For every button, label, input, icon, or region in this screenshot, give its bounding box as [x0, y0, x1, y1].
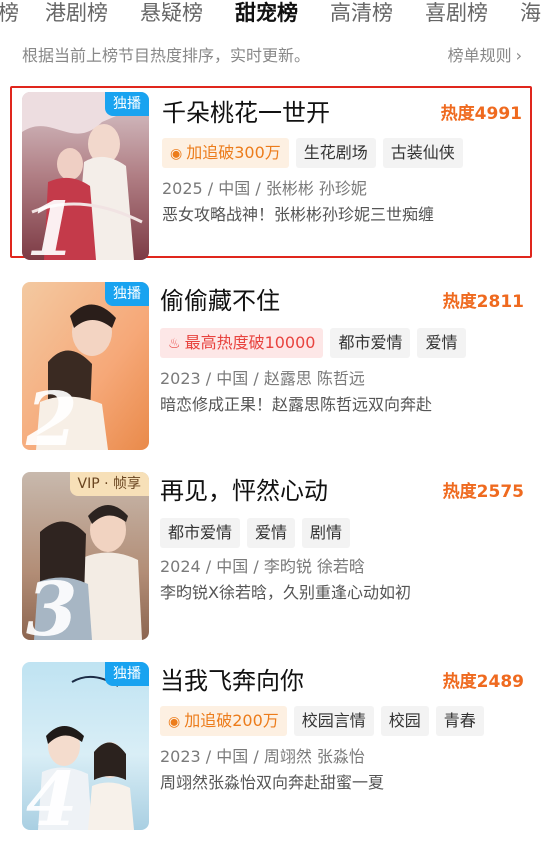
show-title[interactable]: 当我飞奔向你 — [160, 666, 304, 696]
play-circle-icon: ◉ — [168, 714, 181, 730]
show-description: 李昀锐X徐若晗，久别重逢心动如初 — [160, 583, 411, 602]
rank-number: 1 — [26, 187, 78, 260]
tab-hd[interactable]: 高清榜 — [330, 0, 393, 26]
exclusive-badge: 独播 — [105, 282, 149, 306]
tab-hk-drama[interactable]: 港剧榜 — [45, 0, 108, 26]
genre-tag[interactable]: 校园 — [380, 706, 429, 736]
genre-tag[interactable]: 校园言情 — [293, 706, 374, 736]
tag-row: ♨ 最高热度破10000 都市爱情 爱情 — [160, 328, 473, 358]
rank-number: 2 — [26, 377, 78, 450]
tab-partial-right[interactable]: 海 — [520, 0, 541, 26]
tab-comedy[interactable]: 喜剧榜 — [425, 0, 488, 26]
tab-sweet-romance[interactable]: 甜宠榜 — [235, 0, 298, 26]
show-meta: 2023 / 中国 / 周翊然 张淼怡 — [160, 747, 365, 766]
genre-tag[interactable]: 爱情 — [247, 518, 296, 548]
rank-number: 4 — [26, 757, 78, 830]
genre-tag[interactable]: 古装仙侠 — [382, 138, 463, 168]
ranking-item-4[interactable]: 独播 4 当我飞奔向你 热度2489 ◉ 加追破200万 校园言情 校园 青春 2023… — [10, 662, 532, 834]
genre-tag[interactable]: 青春 — [435, 706, 484, 736]
tag-label: 加追破200万 — [184, 711, 279, 730]
ranking-item-3[interactable]: VIP · 帧享 3 再见，怦然心动 热度2575 都市爱情 爱情 剧情 2024 … — [10, 472, 532, 644]
tag-label: 最高热度破10000 — [184, 333, 316, 352]
follow-count-tag: ◉ 加追破300万 — [162, 138, 289, 168]
follow-count-tag: ◉ 加追破200万 — [160, 706, 287, 736]
heat-score: 热度2811 — [442, 292, 524, 312]
genre-tag[interactable]: 生花剧场 — [295, 138, 376, 168]
ranking-tabs: 榜 港剧榜 悬疑榜 甜宠榜 高清榜 喜剧榜 海 — [0, 0, 552, 30]
genre-tag[interactable]: 剧情 — [302, 518, 351, 548]
tab-partial-left[interactable]: 榜 — [0, 0, 19, 26]
poster-image[interactable]: 独播 4 — [22, 662, 149, 830]
flame-icon: ♨ — [168, 336, 181, 352]
ranking-item-2[interactable]: 独播 2 偷偷藏不住 热度2811 ♨ 最高热度破10000 都市爱情 爱情 2023… — [10, 282, 532, 454]
show-description: 周翊然张淼怡双向奔赴甜蜜一夏 — [160, 773, 385, 792]
show-meta: 2024 / 中国 / 李昀锐 徐若晗 — [160, 557, 365, 576]
show-description: 恶女攻略战神！张彬彬孙珍妮三世痴缠 — [162, 205, 435, 224]
heat-score: 热度2489 — [442, 672, 524, 692]
tag-row: ◉ 加追破300万 生花剧场 古装仙侠 — [162, 138, 470, 168]
vip-badge: VIP · 帧享 — [69, 472, 149, 496]
poster-image[interactable]: 独播 1 — [22, 92, 149, 260]
tab-suspense[interactable]: 悬疑榜 — [140, 0, 203, 26]
exclusive-badge: 独播 — [105, 92, 149, 116]
tag-row: ◉ 加追破200万 校园言情 校园 青春 — [160, 706, 491, 736]
poster-image[interactable]: 独播 2 — [22, 282, 149, 450]
genre-tag[interactable]: 都市爱情 — [330, 328, 411, 358]
genre-tag[interactable]: 爱情 — [417, 328, 466, 358]
show-description: 暗恋修成正果！赵露思陈哲远双向奔赴 — [160, 395, 433, 414]
show-meta: 2023 / 中国 / 赵露思 陈哲远 — [160, 369, 365, 388]
ranking-rules-label: 榜单规则 — [447, 46, 512, 65]
show-title[interactable]: 再见，怦然心动 — [160, 476, 328, 506]
tag-row: 都市爱情 爱情 剧情 — [160, 518, 357, 548]
ranking-description: 根据当前上榜节目热度排序，实时更新。 — [22, 46, 311, 65]
genre-tag[interactable]: 都市爱情 — [160, 518, 241, 548]
ranking-rules-link[interactable]: 榜单规则 › — [448, 44, 522, 68]
show-title[interactable]: 千朵桃花一世开 — [162, 98, 330, 128]
play-circle-icon: ◉ — [170, 146, 183, 162]
heat-score: 热度2575 — [442, 482, 524, 502]
show-title[interactable]: 偷偷藏不住 — [160, 286, 280, 316]
chevron-right-icon: › — [515, 46, 522, 65]
peak-heat-tag: ♨ 最高热度破10000 — [160, 328, 324, 358]
show-meta: 2025 / 中国 / 张彬彬 孙珍妮 — [162, 179, 367, 198]
poster-image[interactable]: VIP · 帧享 3 — [22, 472, 149, 640]
tag-label: 加追破300万 — [186, 143, 281, 162]
rank-number: 3 — [26, 567, 78, 640]
heat-score: 热度4991 — [440, 104, 522, 124]
ranking-item-1[interactable]: 独播 1 千朵桃花一世开 热度4991 ◉ 加追破300万 生花剧场 古装仙侠 202… — [10, 86, 532, 260]
exclusive-badge: 独播 — [105, 662, 149, 686]
list-subheader: 根据当前上榜节目热度排序，实时更新。 榜单规则 › — [22, 44, 522, 68]
